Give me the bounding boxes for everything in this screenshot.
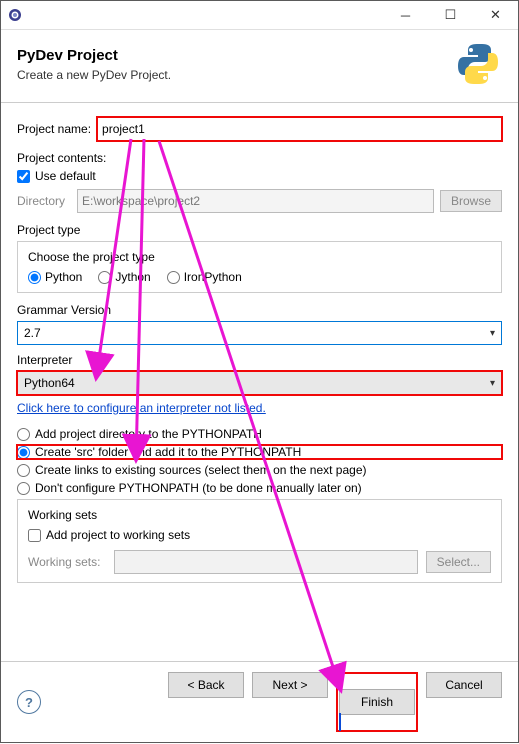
python-logo-icon (454, 40, 502, 88)
maximize-button[interactable]: ☐ (428, 1, 473, 29)
opt4-label: Don't configure PYTHONPATH (to be done m… (35, 481, 362, 495)
close-icon: ✕ (490, 7, 501, 23)
help-icon: ? (25, 695, 33, 710)
radio-create-src[interactable] (17, 446, 30, 459)
minimize-button[interactable]: ─ (383, 1, 428, 29)
app-icon (7, 7, 23, 23)
project-name-input[interactable] (97, 117, 502, 141)
interpreter-value: Python64 (24, 376, 75, 390)
titlebar: ─ ☐ ✕ (1, 1, 518, 30)
use-default-checkbox[interactable] (17, 170, 30, 183)
project-type-label: Project type (17, 223, 502, 237)
finish-highlight: Finish (336, 672, 418, 732)
browse-button: Browse (440, 190, 502, 212)
header: PyDev Project Create a new PyDev Project… (1, 30, 518, 103)
radio-python[interactable]: Python (28, 270, 82, 284)
project-contents-label: Project contents: (17, 151, 502, 165)
maximize-icon: ☐ (445, 7, 457, 23)
radio-ironpython[interactable]: IronPython (167, 270, 242, 284)
project-name-label: Project name: (17, 122, 91, 136)
opt2-label: Create 'src' folder and add it to the PY… (35, 445, 301, 459)
directory-input (77, 189, 434, 213)
working-sets-title: Working sets (28, 508, 491, 522)
cancel-button[interactable]: Cancel (426, 672, 502, 698)
back-button[interactable]: < Back (168, 672, 244, 698)
radio-add-project-dir[interactable] (17, 428, 30, 441)
dialog-window: ─ ☐ ✕ PyDev Project Create a new PyDev P… (0, 0, 519, 743)
content-area: Project name: Project contents: Use defa… (1, 103, 518, 661)
use-default-label: Use default (35, 169, 96, 183)
chevron-down-icon: ▾ (490, 378, 495, 389)
add-working-sets-checkbox[interactable] (28, 529, 41, 542)
minimize-icon: ─ (401, 8, 410, 23)
help-button[interactable]: ? (17, 690, 41, 714)
working-sets-list-label: Working sets: (28, 555, 100, 569)
button-bar: ? < Back Next > Finish Cancel (1, 661, 518, 742)
working-sets-group: Working sets Add project to working sets… (17, 499, 502, 583)
radio-create-links[interactable] (17, 464, 30, 477)
choose-type-label: Choose the project type (28, 250, 491, 264)
interpreter-label: Interpreter (17, 353, 502, 367)
interpreter-combo[interactable]: Python64 ▾ (17, 371, 502, 395)
opt3-label: Create links to existing sources (select… (35, 463, 367, 477)
finish-button[interactable]: Finish (339, 689, 415, 715)
radio-dont-configure[interactable] (17, 482, 30, 495)
opt1-label: Add project directory to the PYTHONPATH (35, 427, 262, 441)
page-subtitle: Create a new PyDev Project. (17, 68, 171, 82)
select-working-sets-button: Select... (426, 551, 491, 573)
close-button[interactable]: ✕ (473, 1, 518, 29)
grammar-label: Grammar Version (17, 303, 502, 317)
add-working-sets-label: Add project to working sets (46, 528, 190, 542)
grammar-value: 2.7 (24, 326, 41, 340)
working-sets-combo (114, 550, 417, 574)
radio-jython[interactable]: Jython (98, 270, 150, 284)
chevron-down-icon: ▾ (490, 328, 495, 339)
configure-interpreter-link[interactable]: Click here to configure an interpreter n… (17, 401, 266, 415)
page-title: PyDev Project (17, 47, 171, 64)
project-type-group: Choose the project type Python Jython Ir… (17, 241, 502, 293)
directory-label: Directory (17, 194, 65, 208)
grammar-combo[interactable]: 2.7 ▾ (17, 321, 502, 345)
next-button[interactable]: Next > (252, 672, 328, 698)
